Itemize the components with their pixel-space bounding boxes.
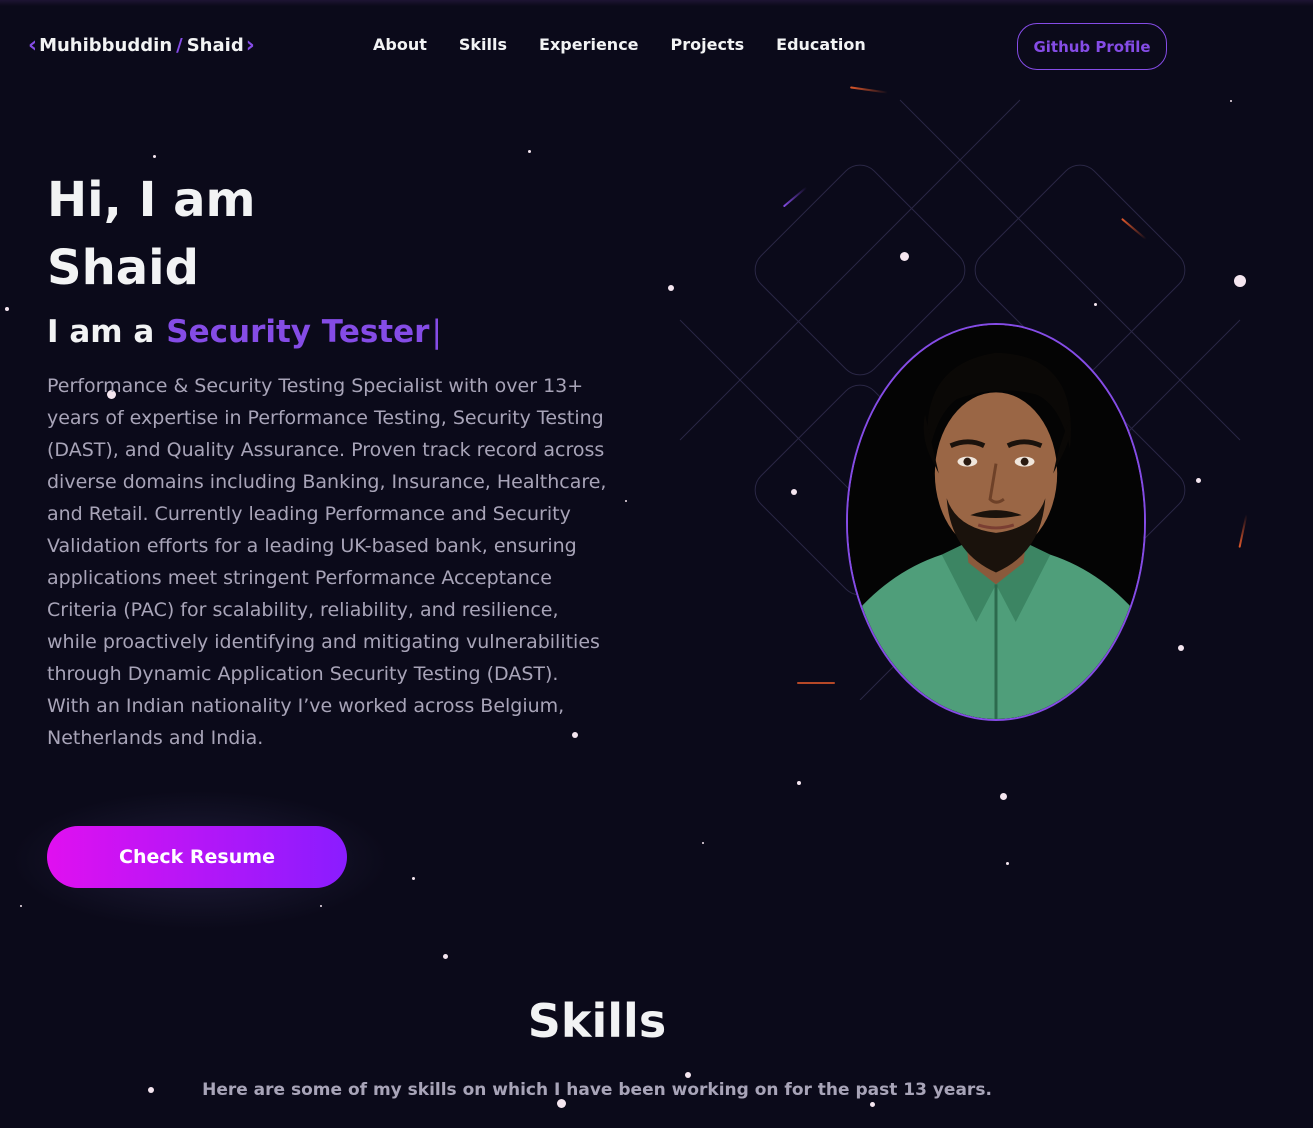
star	[625, 500, 627, 502]
star	[443, 954, 448, 959]
shooting-star	[782, 186, 808, 208]
shooting-star	[797, 682, 835, 684]
star	[797, 781, 801, 785]
nav-link-education[interactable]: Education	[776, 35, 866, 54]
github-profile-button[interactable]: Github Profile	[1017, 23, 1167, 70]
star	[1000, 793, 1007, 800]
nav-links: About Skills Experience Projects Educati…	[373, 35, 866, 54]
star	[1196, 478, 1201, 483]
shooting-star	[1238, 514, 1248, 548]
star	[153, 155, 156, 158]
star	[1230, 100, 1232, 102]
star	[791, 489, 797, 495]
hero-description: Performance & Security Testing Specialis…	[47, 375, 607, 749]
profile-photo	[846, 323, 1146, 721]
hero-title-line1: Hi, I am	[47, 172, 256, 228]
typing-cursor: |	[431, 314, 442, 350]
top-border	[0, 0, 1313, 6]
star	[702, 842, 704, 844]
skills-section-title: Skills	[527, 994, 667, 1048]
logo-slash: /	[176, 35, 183, 56]
logo[interactable]: ‹ Muhibbuddin / Shaid ›	[28, 33, 255, 58]
navbar: ‹ Muhibbuddin / Shaid › About Skills Exp…	[0, 22, 1313, 72]
star	[1234, 275, 1246, 287]
star	[5, 307, 9, 311]
chevron-left-icon: ‹	[28, 33, 38, 58]
chevron-right-icon: ›	[245, 33, 255, 58]
nav-link-skills[interactable]: Skills	[459, 35, 507, 54]
star	[412, 877, 415, 880]
logo-first-name: Muhibbuddin	[39, 35, 173, 56]
star	[1178, 645, 1184, 651]
nav-link-about[interactable]: About	[373, 35, 427, 54]
profile-photo-illustration	[848, 325, 1144, 719]
star	[870, 1102, 875, 1107]
star	[668, 285, 674, 291]
shooting-star	[1121, 217, 1147, 241]
nav-link-experience[interactable]: Experience	[539, 35, 639, 54]
star	[528, 150, 531, 153]
star	[20, 905, 22, 907]
hero-role: I am a Security Tester |	[47, 314, 442, 350]
role-typed-text: Security Tester	[166, 314, 430, 350]
check-resume-button[interactable]: Check Resume	[47, 826, 347, 888]
nav-link-projects[interactable]: Projects	[671, 35, 745, 54]
logo-last-name: Shaid	[186, 35, 244, 56]
shooting-star	[850, 86, 888, 94]
hero-title-line2: Shaid	[47, 240, 199, 296]
skills-section-subtitle: Here are some of my skills on which I ha…	[202, 1080, 992, 1100]
star	[557, 1099, 566, 1108]
hero-title: Hi, I am Shaid	[47, 166, 447, 302]
role-prefix: I am a	[47, 314, 155, 350]
star	[1006, 862, 1009, 865]
star	[900, 252, 909, 261]
star	[1094, 303, 1097, 306]
star	[685, 1072, 691, 1078]
